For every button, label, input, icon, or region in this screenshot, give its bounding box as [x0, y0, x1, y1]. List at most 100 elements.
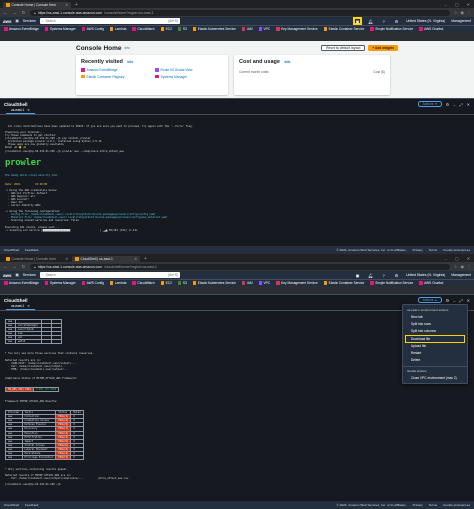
cookie-link[interactable]: Cookie preferences	[443, 248, 470, 252]
recent-service-link[interactable]: Systems Manager	[155, 75, 223, 79]
back-icon[interactable]: ←	[3, 264, 8, 269]
region-selector[interactable]: United States (N. Virginia)	[406, 19, 445, 23]
new-tab-icon[interactable]: +	[141, 256, 150, 262]
gear-icon[interactable]: ⚙	[393, 18, 400, 24]
maximize-icon[interactable]: ⤢	[459, 298, 462, 303]
close-icon[interactable]: ✕	[65, 3, 68, 7]
help-icon[interactable]: ?	[380, 18, 387, 24]
browser-tab-console[interactable]: Console Home | Console Hom ✕	[3, 256, 71, 263]
star-icon[interactable]: ☆	[454, 264, 458, 269]
favorite-cloudwatch[interactable]: CloudWatch	[132, 27, 155, 31]
favorite-vpc[interactable]: VPC	[258, 27, 270, 31]
close-icon[interactable]: ✕	[467, 102, 470, 107]
privacy-link[interactable]: Privacy	[413, 503, 423, 507]
favorite-lambda[interactable]: Lambda	[109, 281, 126, 285]
recent-service-link[interactable]: Elastic Container Registry	[81, 75, 149, 79]
minimize-icon[interactable]: –	[445, 2, 447, 7]
footer-cloudshell-link[interactable]: CloudShell	[4, 503, 19, 507]
reload-icon[interactable]: ↻	[21, 264, 26, 270]
close-window-icon[interactable]: ✕	[467, 2, 470, 7]
favorite-iam[interactable]: IAM	[241, 27, 253, 31]
menu-item-restart[interactable]: Restart	[403, 350, 467, 357]
tab-us-east-1[interactable]: us-east-1 ✕	[6, 108, 35, 114]
favorite-elastic-container-service[interactable]: Elastic Container Service	[323, 281, 364, 285]
close-window-icon[interactable]: ✕	[467, 256, 470, 261]
info-link[interactable]: Info	[127, 60, 133, 64]
settings-icon[interactable]: ⚙	[446, 298, 450, 303]
favorite-ec2[interactable]: EC2	[160, 27, 172, 31]
favorite-ec2[interactable]: EC2	[160, 281, 172, 285]
favorite-systems-manager[interactable]: Systems Manager	[44, 281, 76, 285]
favorite-elastic-kubernetes-service[interactable]: Elastic Kubernetes Service	[192, 27, 236, 31]
reset-layout-button[interactable]: Reset to default layout	[321, 45, 366, 51]
favorite-iam[interactable]: IAM	[241, 281, 253, 285]
favorite-lambda[interactable]: Lambda	[109, 27, 126, 31]
actions-button[interactable]: Actions ▴	[417, 297, 442, 303]
minimize-icon[interactable]: –	[453, 298, 455, 303]
menu-item-split-into-columns[interactable]: Split into columns	[403, 328, 467, 335]
new-tab-icon[interactable]: +	[72, 2, 81, 8]
terminal-output[interactable]: All Linux distributions have been update…	[0, 115, 474, 239]
reload-icon[interactable]: ↻	[21, 10, 26, 16]
actions-button[interactable]: Actions ▾	[417, 101, 442, 107]
maximize-icon[interactable]: ▢	[455, 2, 459, 7]
url-field[interactable]: 🔒︎ https://us-east-1.console.aws.amazon.…	[30, 263, 450, 270]
apps-grid-icon[interactable]: ▦	[16, 273, 19, 277]
account-menu[interactable]: Management	[451, 19, 471, 23]
terms-link[interactable]: Terms	[429, 248, 437, 252]
favorite-key-management-service[interactable]: Key Management Service	[276, 281, 318, 285]
menu-dots-icon[interactable]: ⋮	[467, 10, 471, 15]
maximize-icon[interactable]: ▢	[455, 256, 459, 261]
favorite-aws-config[interactable]: AWS Config	[81, 281, 104, 285]
close-icon[interactable]: ✕	[65, 257, 68, 261]
favorite-elastic-container-service[interactable]: Elastic Container Service	[323, 27, 364, 31]
recent-service-link[interactable]: Route 53 Global View	[155, 68, 223, 72]
menu-dots-icon[interactable]: ⋮	[467, 264, 471, 269]
menu-item-delete[interactable]: Delete	[403, 357, 467, 364]
account-menu[interactable]: Management	[451, 273, 471, 277]
cloudshell-icon[interactable]: ▣	[354, 272, 361, 278]
cloudshell-icon[interactable]: ▣	[353, 17, 363, 25]
favorite-systems-manager[interactable]: Systems Manager	[44, 27, 76, 31]
favorite-elastic-kubernetes-service[interactable]: Elastic Kubernetes Service	[192, 281, 236, 285]
close-icon[interactable]: ✕	[134, 257, 137, 261]
footer-feedback-link[interactable]: Feedback	[25, 503, 39, 507]
favorite-s3[interactable]: S3	[177, 27, 187, 31]
profile-icon[interactable]: ◉	[461, 10, 465, 15]
region-selector[interactable]: United States (N. Virginia)	[406, 273, 445, 277]
settings-icon[interactable]: ⚙	[446, 102, 450, 107]
add-widgets-button[interactable]: + Add widgets	[368, 45, 398, 51]
favorite-key-management-service[interactable]: Key Management Service	[276, 27, 318, 31]
menu-item-close-vpc[interactable]: Close VPC environment (max 2)	[403, 375, 467, 382]
forward-icon[interactable]: →	[12, 264, 17, 269]
terms-link[interactable]: Terms	[429, 503, 437, 507]
recent-service-link[interactable]: Amazon EventBridge	[81, 68, 149, 72]
browser-tab-cloudshell[interactable]: CloudShell | us-east-1 ✕	[72, 255, 140, 262]
menu-item-download-file[interactable]: Download file	[405, 334, 465, 343]
minimize-icon[interactable]: –	[453, 102, 455, 107]
footer-cloudshell-link[interactable]: CloudShell	[4, 248, 19, 252]
bell-icon[interactable]: 🔔︎	[367, 18, 374, 24]
cookie-link[interactable]: Cookie preferences	[443, 503, 470, 507]
favorite-vpc[interactable]: VPC	[258, 281, 270, 285]
search-input[interactable]: ⌕ Search [Alt+S]	[39, 18, 180, 24]
gear-icon[interactable]: ⚙	[393, 272, 400, 278]
info-link[interactable]: Info	[125, 46, 130, 50]
menu-item-split-into-rows[interactable]: Split into rows	[403, 321, 467, 328]
aws-logo[interactable]: aws	[3, 19, 12, 24]
search-input[interactable]: ⌕ Search [Alt+S]	[39, 272, 180, 278]
privacy-link[interactable]: Privacy	[413, 248, 423, 252]
apps-grid-icon[interactable]: ▦	[16, 19, 19, 23]
url-field[interactable]: 🔒︎ https://us-east-1.console.aws.amazon.…	[30, 9, 450, 16]
info-link[interactable]: Info	[284, 60, 290, 64]
favorite-aws-config[interactable]: AWS Config	[81, 27, 104, 31]
favorite-aws-chatbot[interactable]: AWS Chatbot	[419, 281, 443, 285]
profile-icon[interactable]: ◉	[461, 264, 465, 269]
menu-item-new-tab[interactable]: New tab	[403, 314, 467, 321]
services-menu[interactable]: Services	[23, 273, 36, 277]
maximize-icon[interactable]: ⤢	[459, 102, 462, 107]
menu-item-upload-file[interactable]: Upload file	[403, 342, 467, 349]
forward-icon[interactable]: →	[12, 10, 17, 15]
favorite-s3[interactable]: S3	[177, 281, 187, 285]
footer-feedback-link[interactable]: Feedback	[25, 248, 39, 252]
